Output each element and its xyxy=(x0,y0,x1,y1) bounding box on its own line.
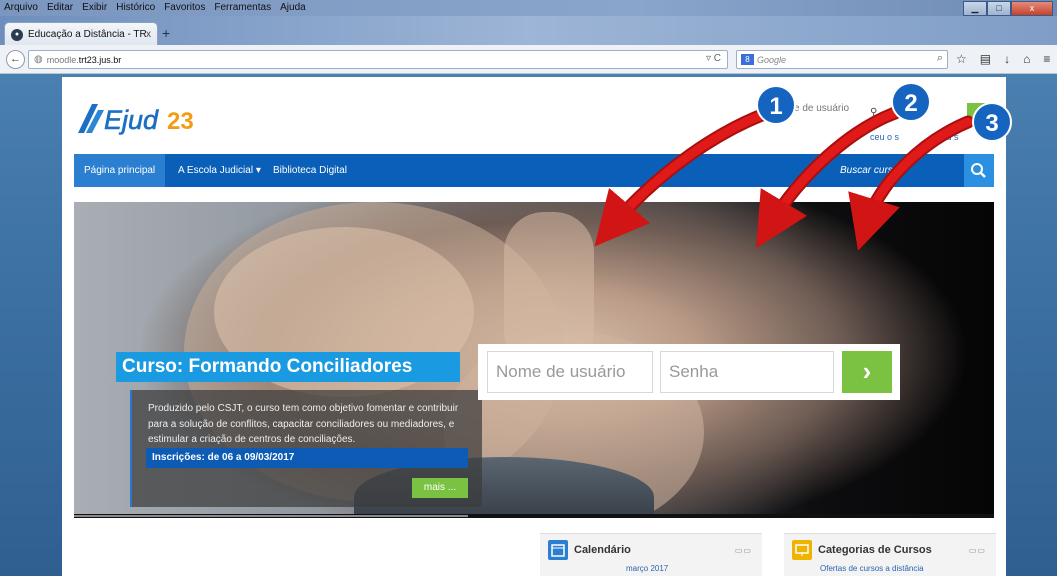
annotation-overlay: 1 2 3 xyxy=(594,82,1012,251)
arrow-1 xyxy=(605,105,777,233)
svg-text:2: 2 xyxy=(904,90,917,117)
arrow-3 xyxy=(859,115,975,232)
svg-text:1: 1 xyxy=(769,93,782,120)
svg-text:3: 3 xyxy=(985,110,998,137)
badge-3: 3 xyxy=(972,102,1012,142)
badge-2: 2 xyxy=(891,82,931,122)
badge-1: 1 xyxy=(756,85,796,125)
